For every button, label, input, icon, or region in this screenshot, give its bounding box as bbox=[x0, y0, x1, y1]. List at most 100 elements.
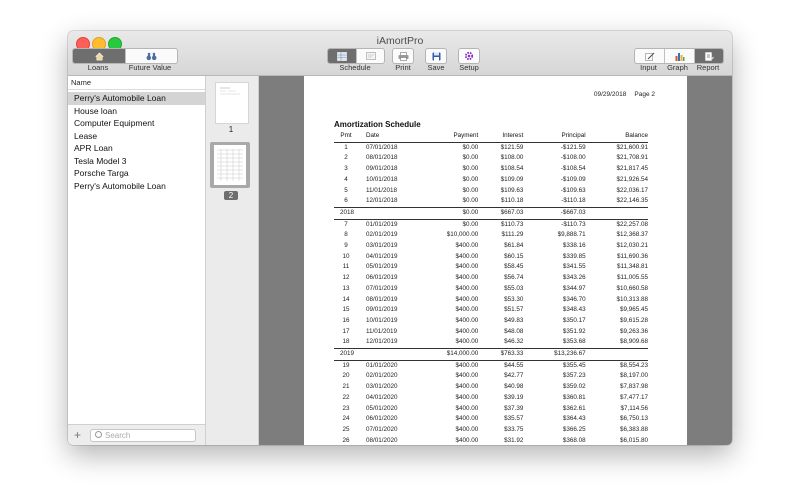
page-2-preview-icon bbox=[217, 149, 243, 181]
table-cell: $111.29 bbox=[501, 231, 524, 239]
table-row: 26 08/01/2020 $400.00 $31.92 $368.08 $6,015.8… bbox=[334, 436, 648, 445]
table-cell: $359.02 bbox=[562, 383, 586, 391]
report-viewer[interactable]: 09/29/2018 Page 2 Amortization Schedule P… bbox=[259, 76, 732, 445]
column-header: Payment bbox=[416, 131, 479, 143]
table-cell: $0.00 bbox=[462, 143, 479, 151]
table-cell: $0.00 bbox=[416, 206, 479, 220]
loan-list-item[interactable]: Computer Equipment bbox=[68, 117, 205, 130]
table-cell: $11,005.55 bbox=[616, 274, 648, 282]
table-cell: $53.30 bbox=[504, 295, 524, 303]
graph-segment[interactable] bbox=[664, 49, 694, 63]
table-cell: $44.55 bbox=[504, 361, 524, 369]
input-label: Input bbox=[640, 63, 657, 72]
table-cell: $42.77 bbox=[504, 372, 524, 380]
table-cell: $400.00 bbox=[455, 372, 479, 380]
table-cell: $400.00 bbox=[455, 415, 479, 423]
table-cell: 08/01/2018 bbox=[366, 154, 398, 162]
table-row: 10 04/01/2019 $400.00 $60.15 $339.85 $11,690.… bbox=[334, 252, 648, 263]
table-cell: $400.00 bbox=[455, 316, 479, 324]
report-title: Amortization Schedule bbox=[334, 120, 421, 129]
table-row: 3 09/01/2018 $0.00 $108.54 -$108.54 $21,817.4… bbox=[334, 164, 648, 175]
output-segmented-control bbox=[634, 48, 724, 64]
table-cell: 03/01/2020 bbox=[366, 383, 398, 391]
report-icon bbox=[704, 51, 714, 61]
loan-list-sidebar: Name Perry's Automobile Loan House loan … bbox=[68, 76, 206, 445]
table-row: 7 01/01/2019 $0.00 $110.73 -$110.73 $22,257.0… bbox=[334, 219, 648, 230]
table-cell: $61.84 bbox=[504, 242, 524, 250]
summary-segment[interactable] bbox=[356, 49, 384, 63]
table-cell: $366.25 bbox=[562, 425, 586, 433]
table-cell: 16 bbox=[342, 316, 350, 324]
loans-segment[interactable] bbox=[73, 49, 125, 63]
loan-list-item[interactable]: APR Loan bbox=[68, 142, 205, 155]
future-value-segment[interactable] bbox=[125, 49, 177, 63]
table-cell: $0.00 bbox=[462, 197, 479, 205]
table-cell: $346.70 bbox=[562, 295, 586, 303]
print-button[interactable] bbox=[392, 48, 414, 64]
column-header: Date bbox=[358, 131, 416, 143]
table-cell: -$109.63 bbox=[560, 186, 586, 194]
loan-list-item[interactable]: Perry's Automobile Loan bbox=[68, 92, 205, 105]
page-1-thumbnail[interactable] bbox=[215, 82, 249, 124]
table-cell: 21 bbox=[342, 383, 350, 391]
loan-list-item[interactable]: Lease bbox=[68, 130, 205, 143]
future-value-label: Future Value bbox=[128, 63, 172, 72]
table-cell: 12/01/2019 bbox=[366, 338, 398, 346]
table-cell: 2018 bbox=[334, 206, 358, 220]
table-cell: $110.73 bbox=[501, 220, 524, 228]
loan-list-item[interactable]: House loan bbox=[68, 105, 205, 118]
table-cell: 02/01/2020 bbox=[366, 372, 398, 380]
table-cell: $7,477.17 bbox=[619, 393, 648, 401]
table-cell: 8 bbox=[344, 231, 348, 239]
table-cell: $0.00 bbox=[462, 175, 479, 183]
table-cell: 24 bbox=[342, 415, 350, 423]
table-cell: $13,236.67 bbox=[523, 348, 586, 361]
table-cell: 12/01/2018 bbox=[366, 197, 398, 205]
loan-list-item[interactable]: Tesla Model 3 bbox=[68, 155, 205, 168]
table-cell: $763.33 bbox=[478, 348, 524, 361]
table-cell: 12 bbox=[342, 274, 350, 282]
sidebar-footer: + Search bbox=[68, 424, 205, 445]
table-cell: 26 bbox=[342, 436, 350, 444]
table-row: 9 03/01/2019 $400.00 $61.84 $338.16 $12,030.2… bbox=[334, 241, 648, 252]
report-segment[interactable] bbox=[694, 49, 723, 63]
table-cell: 2019 bbox=[334, 348, 358, 361]
save-button[interactable] bbox=[425, 48, 447, 64]
schedule-segment[interactable] bbox=[328, 49, 356, 63]
table-cell: -$108.54 bbox=[560, 165, 586, 173]
table-cell: $9,965.45 bbox=[619, 306, 648, 314]
table-cell: $400.00 bbox=[455, 274, 479, 282]
table-cell: $49.83 bbox=[504, 316, 524, 324]
table-cell: $6,750.13 bbox=[619, 415, 648, 423]
table-cell: -$110.18 bbox=[561, 197, 586, 205]
table-cell: $121.59 bbox=[500, 143, 524, 151]
loan-list-item[interactable]: Perry's Automobile Loan bbox=[68, 180, 205, 193]
setup-button[interactable] bbox=[458, 48, 480, 64]
report-date: 09/29/2018 bbox=[593, 91, 627, 98]
table-cell: 4 bbox=[344, 175, 348, 183]
table-cell: $667.03 bbox=[478, 206, 524, 220]
add-loan-button[interactable]: + bbox=[74, 428, 81, 442]
page-2-thumbnail[interactable] bbox=[210, 142, 250, 188]
table-cell: 6 bbox=[344, 197, 348, 205]
table-cell: $22,257.08 bbox=[616, 220, 648, 228]
table-cell: $0.00 bbox=[462, 220, 479, 228]
table-cell: 05/01/2020 bbox=[366, 404, 398, 412]
table-cell: 02/01/2019 bbox=[366, 231, 398, 239]
table-cell bbox=[585, 206, 648, 220]
table-row: 13 07/01/2019 $400.00 $55.03 $344.97 $10,660.… bbox=[334, 284, 648, 295]
table-cell: $400.00 bbox=[455, 295, 479, 303]
table-cell: 20 bbox=[342, 372, 350, 380]
report-page-number: Page 2 bbox=[634, 91, 655, 98]
mode-segmented-control bbox=[72, 48, 178, 64]
table-cell: $9,263.36 bbox=[619, 327, 648, 335]
table-cell: $355.45 bbox=[562, 361, 586, 369]
table-cell: $341.55 bbox=[562, 263, 586, 271]
table-cell: $8,197.00 bbox=[619, 372, 648, 380]
name-column-header[interactable]: Name bbox=[68, 76, 205, 90]
table-cell: -$110.73 bbox=[561, 220, 586, 228]
input-segment[interactable] bbox=[635, 49, 664, 63]
loan-list-item[interactable]: Porsche Targa bbox=[68, 167, 205, 180]
search-field[interactable]: Search bbox=[90, 429, 196, 442]
document-icon bbox=[365, 52, 376, 60]
